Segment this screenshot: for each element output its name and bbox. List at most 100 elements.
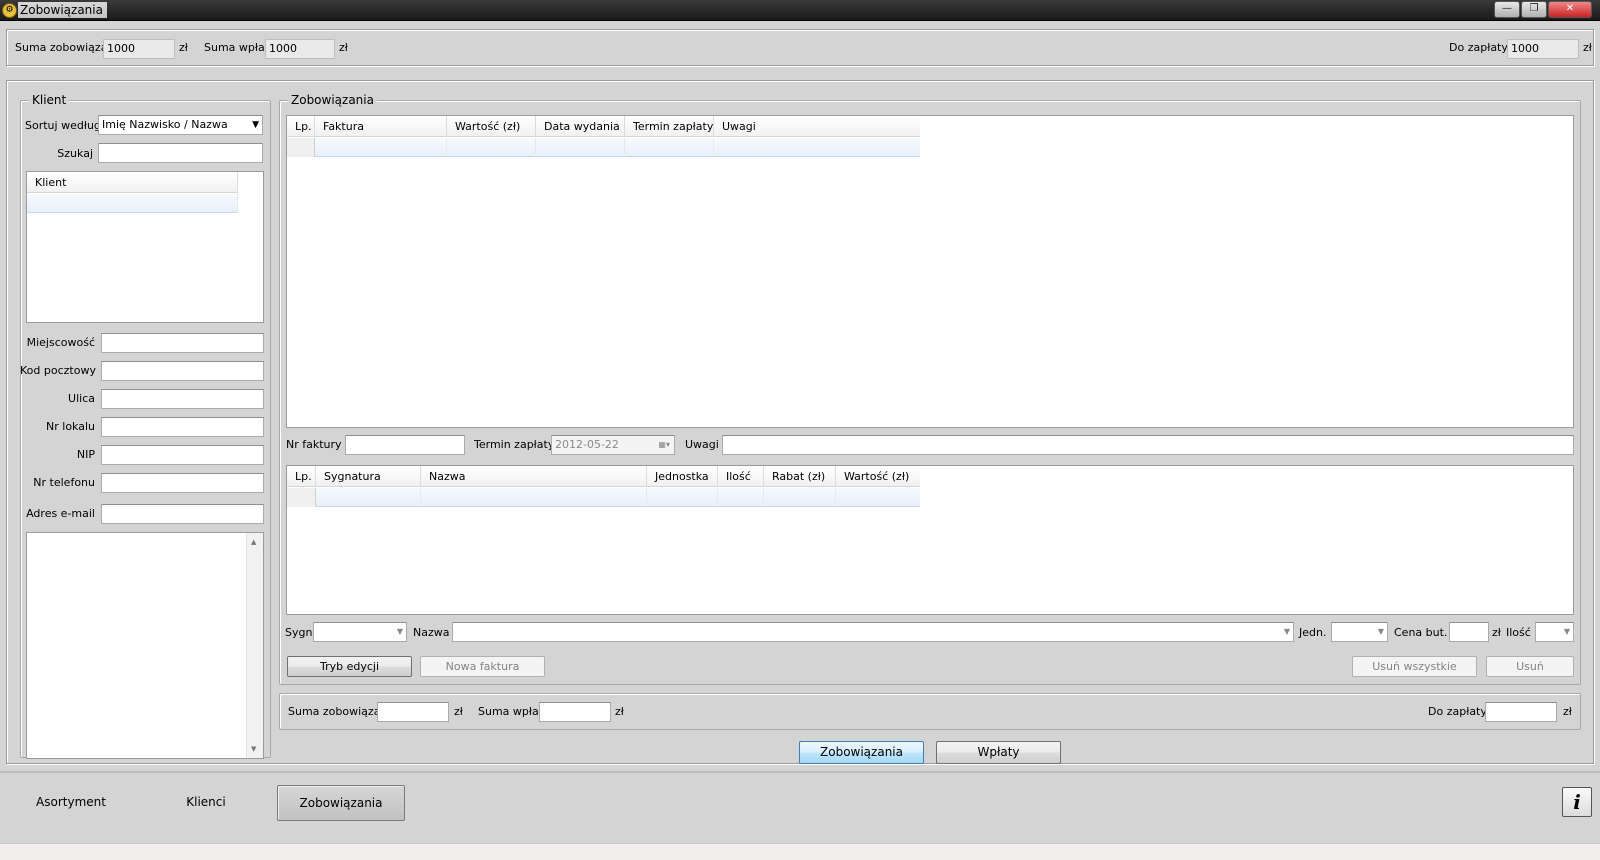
obligations-groupbox-title: Zobowiązania [288, 93, 377, 107]
top-suma-zobowiazan-field: 1000 [103, 39, 175, 59]
nip-field[interactable] [101, 445, 264, 465]
nav-klienci[interactable]: Klienci [142, 785, 270, 821]
kod-pocztowy-field[interactable] [101, 361, 264, 381]
ilosc-label: Ilość [1506, 626, 1531, 639]
zobowiazania-mode-button[interactable]: Zobowiązania [799, 741, 924, 764]
top-suma-wplat-field: 1000 [265, 39, 335, 59]
top-do-zaplaty-label: Do zapłaty [1449, 41, 1508, 54]
top-currency-1: zł [179, 41, 188, 54]
client-list-header[interactable]: Klient [27, 172, 238, 193]
wplaty-mode-button[interactable]: Wpłaty [936, 741, 1061, 764]
title-bar: ⚙ Zobowiązania — ❐ ✕ [0, 0, 1600, 21]
col-rabat[interactable]: Rabat (zł) [764, 466, 836, 487]
col-data-wydania[interactable]: Data wydania [536, 116, 625, 137]
cena-field[interactable] [1449, 622, 1489, 642]
scroll-up-icon[interactable]: ▲ [251, 538, 256, 546]
sygn-label: Sygn [285, 626, 313, 639]
cena-currency: zł [1492, 626, 1501, 639]
col-ilosc[interactable]: Ilość [718, 466, 764, 487]
col-wartosc[interactable]: Wartość (zł) [447, 116, 536, 137]
client-notes-textarea[interactable]: ▲ ▼ [26, 532, 264, 759]
chevron-down-icon: ▼ [396, 627, 403, 636]
bottom-suma-wplat-label: Suma wpłat [478, 705, 544, 718]
uwagi-field[interactable] [722, 435, 1574, 455]
miejscowosc-field[interactable] [101, 333, 264, 353]
miejscowosc-label: Miejscowość [26, 336, 95, 349]
close-icon[interactable]: ✕ [1548, 1, 1592, 18]
chevron-down-icon: ▼ [252, 120, 259, 130]
uwagi-label: Uwagi [685, 438, 719, 451]
notes-scrollbar[interactable]: ▲ ▼ [246, 533, 263, 758]
termin-zaplaty-label: Termin zapłaty [474, 438, 555, 451]
termin-zaplaty-datepicker[interactable]: 2012-05-22 ▦▾ [551, 435, 675, 455]
info-icon[interactable]: i [1562, 787, 1592, 817]
usun-button[interactable]: Usuń [1486, 656, 1574, 677]
items-table[interactable]: Lp. Sygnatura Nazwa Jednostka Ilość Raba… [286, 465, 1574, 615]
nazwa-label: Nazwa [413, 626, 450, 639]
col-sygnatura[interactable]: Sygnatura [316, 466, 421, 487]
bottom-suma-wplat-field [539, 702, 611, 722]
nav-zobowiazania[interactable]: Zobowiązania [277, 785, 405, 821]
cena-label: Cena but. [1394, 626, 1448, 639]
col-lp[interactable]: Lp. [287, 116, 315, 137]
chevron-down-icon: ▼ [1377, 627, 1384, 636]
adres-email-field[interactable] [101, 504, 264, 524]
sort-combo-value: Imię Nazwisko / Nazwa [102, 118, 228, 131]
top-do-zaplaty-field: 1000 [1507, 39, 1579, 59]
nowa-faktura-button[interactable]: Nowa faktura [420, 656, 545, 677]
nav-asortyment[interactable]: Asortyment [7, 785, 135, 821]
adres-email-label: Adres e-mail [26, 507, 95, 520]
sort-combo[interactable]: Imię Nazwisko / Nazwa ▼ [98, 115, 263, 135]
table-row[interactable] [287, 488, 920, 507]
sygn-combo[interactable]: ▼ [313, 622, 407, 642]
table-row[interactable] [287, 138, 920, 157]
scroll-down-icon[interactable]: ▼ [251, 745, 256, 753]
search-label: Szukaj [57, 147, 93, 160]
col-uwagi[interactable]: Uwagi [714, 116, 920, 137]
usun-wszystkie-button[interactable]: Usuń wszystkie [1352, 656, 1477, 677]
col-faktura[interactable]: Faktura [315, 116, 447, 137]
jedn-label: Jedn. [1299, 626, 1327, 639]
status-bar [0, 843, 1600, 860]
calendar-icon[interactable]: ▦▾ [658, 436, 670, 454]
chevron-down-icon: ▼ [1283, 627, 1290, 636]
col-item-lp[interactable]: Lp. [287, 466, 316, 487]
minimize-icon[interactable]: — [1494, 1, 1520, 18]
maximize-icon[interactable]: ❐ [1521, 1, 1547, 18]
top-suma-zobowiazan-label: Suma zobowiązań [15, 41, 115, 54]
list-item[interactable] [27, 194, 238, 213]
window-title: Zobowiązania [18, 2, 107, 18]
nr-faktury-label: Nr faktury [286, 438, 342, 451]
ilosc-combo[interactable]: ▼ [1535, 622, 1574, 642]
top-summary-bar: Suma zobowiązań 1000 zł Suma wpłat 1000 … [6, 29, 1594, 66]
col-termin-zaplaty[interactable]: Termin zapłaty [625, 116, 714, 137]
top-currency-2: zł [339, 41, 348, 54]
bottom-summary-box: Suma zobowiązań zł Suma wpłat zł Do zapł… [279, 693, 1581, 730]
jedn-combo[interactable]: ▼ [1331, 622, 1388, 642]
tryb-edycji-button[interactable]: Tryb edycji [287, 656, 412, 677]
bottom-do-zaplaty-field [1485, 702, 1557, 722]
top-suma-wplat-label: Suma wpłat [204, 41, 270, 54]
bottom-currency-3: zł [1563, 705, 1572, 718]
bottom-suma-zobowiazan-field [377, 702, 449, 722]
bottom-currency-2: zł [615, 705, 624, 718]
nr-faktury-field[interactable] [345, 435, 465, 455]
client-list[interactable]: Klient [26, 171, 264, 323]
kod-pocztowy-label: Kod pocztowy [20, 364, 96, 377]
ulica-label: Ulica [68, 392, 95, 405]
invoices-table[interactable]: Lp. Faktura Wartość (zł) Data wydania Te… [286, 115, 1574, 428]
nr-telefonu-field[interactable] [101, 473, 264, 493]
nazwa-combo[interactable]: ▼ [452, 622, 1294, 642]
nr-lokalu-field[interactable] [101, 417, 264, 437]
col-nazwa[interactable]: Nazwa [421, 466, 647, 487]
col-item-wartosc[interactable]: Wartość (zł) [836, 466, 920, 487]
ulica-field[interactable] [101, 389, 264, 409]
search-input[interactable] [98, 143, 263, 163]
nip-label: NIP [76, 448, 95, 461]
bottom-do-zaplaty-label: Do zapłaty [1428, 705, 1487, 718]
bottom-nav-bar: Asortyment Klienci Zobowiązania i [0, 771, 1600, 843]
top-currency-3: zł [1583, 41, 1592, 54]
col-jednostka[interactable]: Jednostka [647, 466, 718, 487]
bottom-currency-1: zł [454, 705, 463, 718]
app-icon: ⚙ [2, 3, 17, 18]
